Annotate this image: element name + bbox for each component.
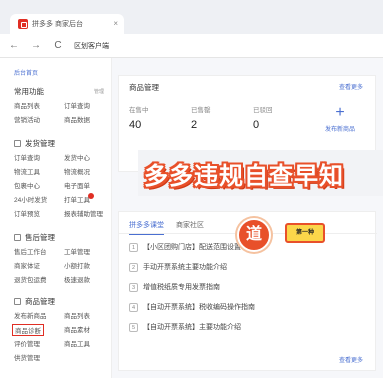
- item-number: 4: [129, 302, 138, 312]
- banner-text: 多多违规自查早知: [144, 163, 344, 190]
- sidebar-item-highlighted[interactable]: 商品诊断: [12, 324, 44, 336]
- section-title: 发货管理: [25, 139, 55, 148]
- refund-icon: [14, 234, 21, 241]
- overlay-banner: 多多违规自查早知: [138, 150, 383, 196]
- sidebar-item[interactable]: 售后工作台: [14, 246, 47, 256]
- sidebar-item[interactable]: 退货包运费: [14, 274, 47, 284]
- item-number: 2: [129, 262, 138, 272]
- sidebar-home-link[interactable]: 后台首页: [14, 68, 38, 77]
- stat-sold-out[interactable]: 已售罄 2: [191, 104, 211, 131]
- tab-title: 拼多多 商家后台: [32, 21, 83, 28]
- item-number: 5: [129, 322, 138, 332]
- sidebar-item[interactable]: 小额打款: [64, 260, 90, 270]
- sidebar-item[interactable]: 发布新商品: [14, 310, 47, 320]
- view-more-link[interactable]: 查看更多: [339, 355, 363, 364]
- forward-icon[interactable]: →: [28, 40, 44, 51]
- sidebar-item[interactable]: 24小时发货: [14, 194, 47, 204]
- stat-value: 2: [191, 119, 198, 131]
- truck-icon: [14, 140, 21, 147]
- card-title: 商品管理: [129, 83, 159, 92]
- view-more-link[interactable]: 查看更多: [339, 82, 363, 91]
- sidebar-section-common: 常用功能 管理 商品列表 订单查询 营销活动 商品数据: [14, 86, 104, 128]
- browser-navbar: ← → C 区划客户端: [0, 34, 383, 58]
- sidebar-item[interactable]: 商品列表: [64, 310, 90, 320]
- pinduoduo-logo-icon: [18, 19, 28, 29]
- sidebar-item-label: 打单工具: [64, 197, 90, 204]
- sidebar: 后台首页 常用功能 管理 商品列表 订单查询 营销活动 商品数据 发货管理 订单查…: [0, 58, 112, 378]
- list-item[interactable]: 1 【小区团购门店】配送范围设置: [129, 242, 241, 252]
- section-title: 商品管理: [25, 297, 55, 306]
- item-number: 1: [129, 242, 138, 252]
- list-item[interactable]: 4 【自动开票系统】税收编码操作指南: [129, 302, 255, 312]
- sidebar-item[interactable]: 物流工具: [14, 166, 40, 176]
- list-item[interactable]: 5 【自动开票系统】主要功能介绍: [129, 322, 241, 332]
- sidebar-section-aftersale: 售后管理 售后工作台 工单管理 商家体证 小额打款 退货包运费 极速退款: [14, 232, 104, 288]
- item-text: 【自动开票系统】税收编码操作指南: [143, 304, 255, 311]
- item-number: 3: [129, 282, 138, 292]
- item-text: 【小区团购门店】配送范围设置: [143, 244, 241, 251]
- sidebar-item[interactable]: 商品素材: [64, 324, 90, 334]
- sidebar-item[interactable]: 打单工具: [64, 193, 96, 204]
- sidebar-item[interactable]: 商品数据: [64, 114, 90, 124]
- browser-tabbar: 拼多多 商家后台 ×: [0, 0, 383, 34]
- goods-icon: [14, 298, 21, 305]
- list-item[interactable]: 3 增值税纸质专用发票指南: [129, 282, 220, 292]
- manage-link[interactable]: 管理: [94, 88, 104, 95]
- sidebar-item[interactable]: 订单预览: [14, 208, 40, 218]
- stat-value: 0: [253, 119, 260, 131]
- sidebar-item[interactable]: 商家体证: [14, 260, 40, 270]
- sidebar-item[interactable]: 包裹中心: [14, 180, 40, 190]
- sidebar-item[interactable]: 报表辅助管理: [64, 208, 103, 218]
- plus-icon: +: [335, 104, 345, 121]
- sidebar-item[interactable]: 订单查询: [64, 100, 90, 110]
- item-text: 【自动开票系统】主要功能介绍: [143, 324, 241, 331]
- sidebar-item[interactable]: 物流概况: [64, 166, 90, 176]
- sidebar-section-goods: 商品管理 发布新商品 商品列表 商品诊断 商品素材 评价管理 商品工具 供货管理: [12, 296, 104, 366]
- list-item[interactable]: 2 手动开票系统主要功能介绍: [129, 262, 227, 272]
- stat-value: 40: [129, 119, 142, 131]
- stat-label: 在售中: [129, 107, 149, 114]
- sidebar-item[interactable]: 供货管理: [14, 352, 40, 362]
- publish-goods-button[interactable]: + 发布新商品: [324, 104, 355, 134]
- sidebar-item[interactable]: 极速退款: [64, 274, 90, 284]
- stat-label: 已驳回: [253, 107, 273, 114]
- overlay-badge-circle: 道: [237, 218, 271, 252]
- sidebar-item[interactable]: 评价管理: [14, 338, 40, 348]
- sidebar-item[interactable]: 商品列表: [14, 100, 40, 110]
- browser-tab[interactable]: 拼多多 商家后台 ×: [10, 14, 124, 34]
- tab-close-icon[interactable]: ×: [113, 19, 118, 28]
- item-text: 手动开票系统主要功能介绍: [143, 264, 227, 271]
- publish-label: 发布新商品: [324, 127, 355, 133]
- sidebar-item[interactable]: 电子面单: [64, 180, 90, 190]
- sidebar-section-shipping: 发货管理 订单查询 发货中心 物流工具 物流概况 包裹中心 电子面单 24小时发…: [14, 138, 104, 222]
- back-icon[interactable]: ←: [6, 40, 22, 51]
- item-text: 增值税纸质专用发票指南: [143, 284, 220, 291]
- sidebar-item[interactable]: 工单管理: [64, 246, 90, 256]
- reload-icon[interactable]: C: [50, 40, 66, 51]
- stat-rejected[interactable]: 已驳回 0: [253, 104, 273, 131]
- stat-label: 已售罄: [191, 107, 211, 114]
- section-title: 售后管理: [25, 233, 55, 242]
- notification-dot: [88, 193, 94, 199]
- sidebar-item[interactable]: 订单查询: [14, 152, 40, 162]
- stat-on-sale[interactable]: 在售中 40: [129, 104, 149, 131]
- section-title: 常用功能: [14, 87, 44, 96]
- sidebar-item[interactable]: 商品工具: [64, 338, 90, 348]
- address-bar[interactable]: 区划客户端: [74, 41, 109, 51]
- overlay-badge-rect: 第一种: [285, 223, 325, 243]
- sidebar-item[interactable]: 发货中心: [64, 152, 90, 162]
- sidebar-item[interactable]: 营销活动: [14, 114, 40, 124]
